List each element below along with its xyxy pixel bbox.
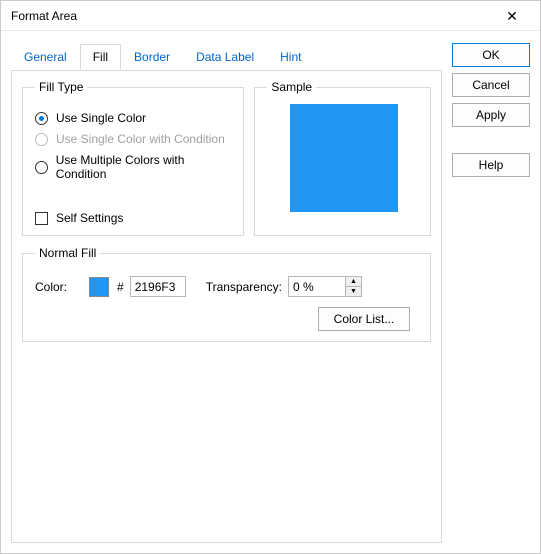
- color-hex-input[interactable]: [130, 276, 186, 297]
- sample-legend: Sample: [267, 80, 316, 94]
- dialog-window: Format Area ✕ General Fill Border Data L…: [0, 0, 541, 554]
- radio-icon: [35, 133, 48, 146]
- color-swatch[interactable]: [89, 277, 109, 297]
- dialog-body: General Fill Border Data Label Hint Fill…: [1, 31, 540, 553]
- close-button[interactable]: ✕: [492, 2, 532, 30]
- help-button[interactable]: Help: [452, 153, 530, 177]
- transparency-label: Transparency:: [206, 280, 282, 294]
- window-title: Format Area: [11, 9, 492, 23]
- main-pane: General Fill Border Data Label Hint Fill…: [11, 43, 442, 543]
- normal-fill-group: Normal Fill Color: # Transparency: ▲ ▼: [22, 246, 431, 342]
- tab-strip: General Fill Border Data Label Hint: [11, 44, 442, 71]
- color-label: Color:: [35, 280, 67, 294]
- titlebar: Format Area ✕: [1, 1, 540, 31]
- checkbox-label: Self Settings: [56, 211, 123, 225]
- radio-icon: [35, 161, 48, 174]
- tab-hint[interactable]: Hint: [267, 44, 314, 70]
- tab-general[interactable]: General: [11, 44, 80, 70]
- sample-swatch: [290, 104, 398, 212]
- sample-group: Sample: [254, 80, 431, 236]
- color-list-row: Color List...: [35, 307, 420, 331]
- ok-button[interactable]: OK: [452, 43, 530, 67]
- radio-label: Use Single Color: [56, 111, 146, 125]
- spacer: [452, 133, 530, 147]
- tab-border[interactable]: Border: [121, 44, 183, 70]
- transparency-input[interactable]: [289, 277, 345, 296]
- radio-single-color-condition: Use Single Color with Condition: [35, 132, 233, 146]
- radio-label: Use Multiple Colors with Condition: [56, 153, 234, 181]
- spinner-down[interactable]: ▼: [346, 287, 361, 296]
- radio-single-color[interactable]: Use Single Color: [35, 111, 233, 125]
- radio-multiple-colors-condition[interactable]: Use Multiple Colors with Condition: [35, 153, 233, 181]
- tab-data-label[interactable]: Data Label: [183, 44, 267, 70]
- radio-label: Use Single Color with Condition: [56, 132, 225, 146]
- cancel-button[interactable]: Cancel: [452, 73, 530, 97]
- transparency-spinner[interactable]: ▲ ▼: [288, 276, 362, 297]
- tab-fill[interactable]: Fill: [80, 44, 121, 70]
- hash-label: #: [117, 280, 124, 294]
- normal-fill-row: Color: # Transparency: ▲ ▼: [35, 276, 420, 297]
- fill-type-group: Fill Type Use Single Color Use Single Co…: [22, 80, 244, 236]
- top-row: Fill Type Use Single Color Use Single Co…: [22, 80, 431, 236]
- normal-fill-legend: Normal Fill: [35, 246, 100, 260]
- radio-icon: [35, 112, 48, 125]
- self-settings-checkbox[interactable]: Self Settings: [35, 211, 233, 225]
- fill-type-legend: Fill Type: [35, 80, 87, 94]
- spinner-up[interactable]: ▲: [346, 277, 361, 287]
- close-icon: ✕: [506, 9, 518, 23]
- dialog-buttons: OK Cancel Apply Help: [442, 43, 530, 543]
- checkbox-icon: [35, 212, 48, 225]
- apply-button[interactable]: Apply: [452, 103, 530, 127]
- color-list-button[interactable]: Color List...: [318, 307, 410, 331]
- tab-panel: Fill Type Use Single Color Use Single Co…: [11, 70, 442, 543]
- spinner-buttons: ▲ ▼: [345, 277, 361, 296]
